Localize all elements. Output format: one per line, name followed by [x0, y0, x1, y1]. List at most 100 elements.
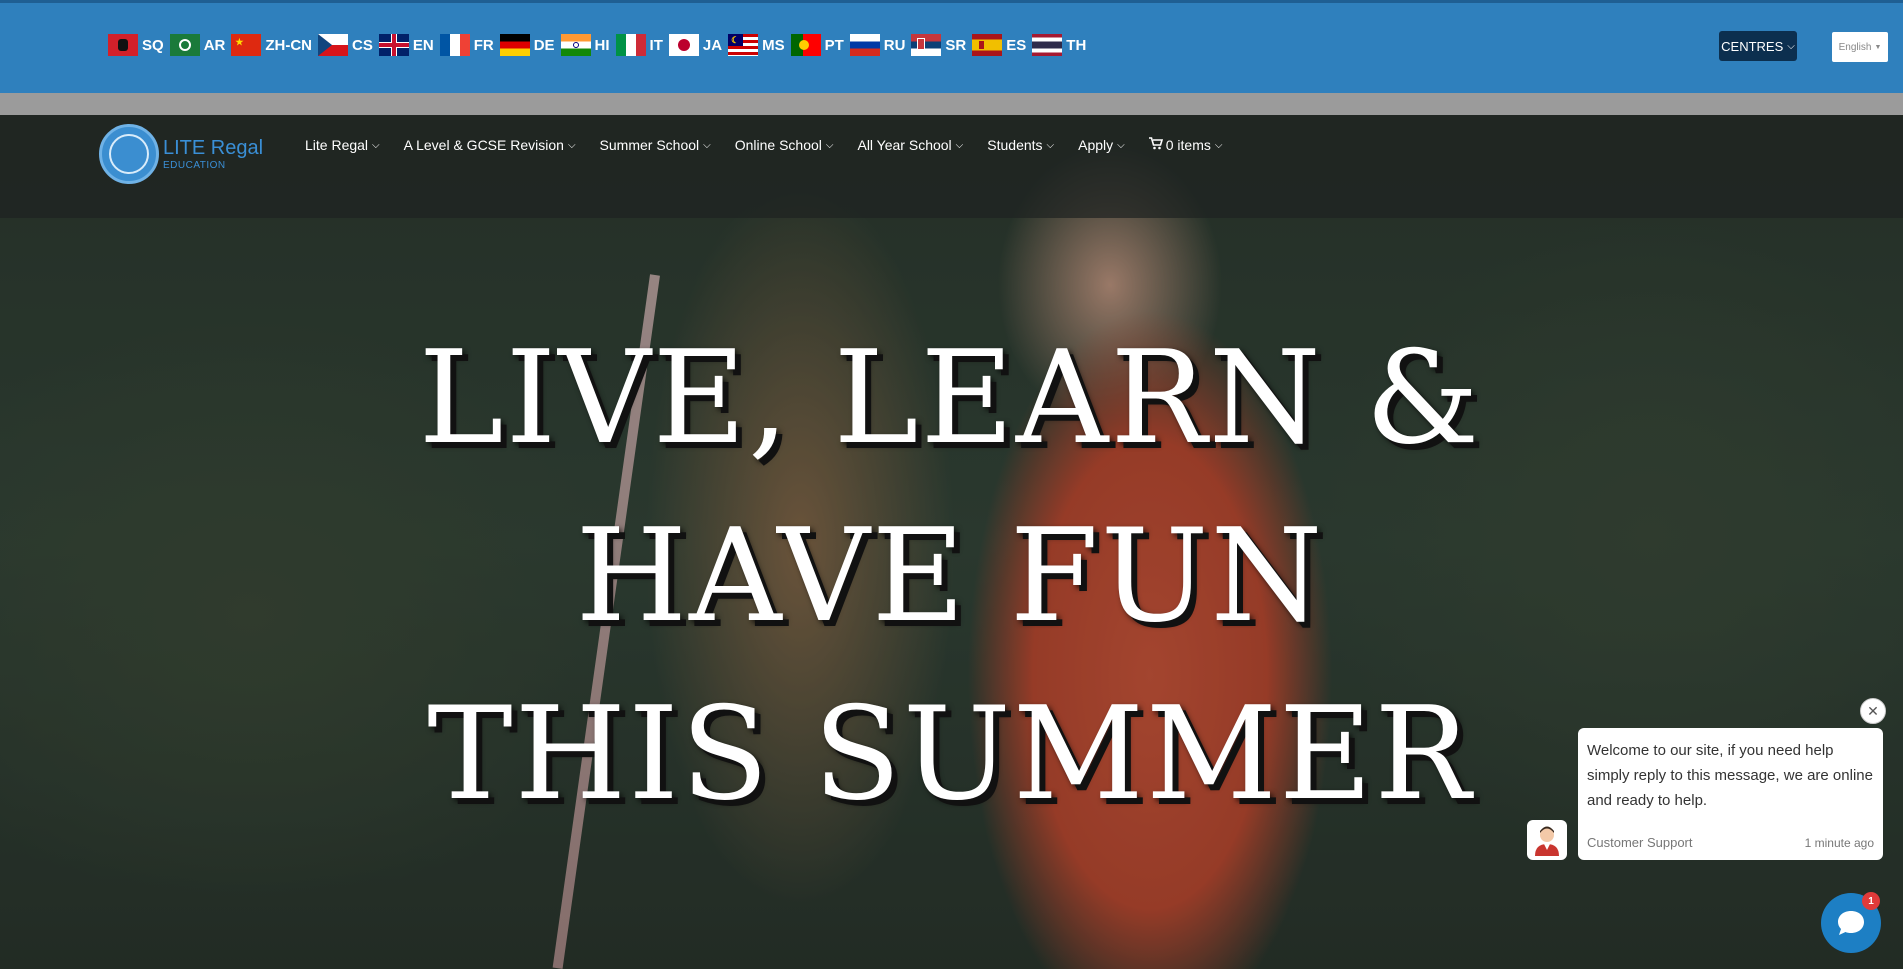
nav-item-label: Summer School: [599, 137, 700, 153]
language-select[interactable]: English ▼: [1832, 32, 1888, 62]
lang-zh-cn[interactable]: ★ ZH-CN: [231, 34, 312, 56]
chevron-down-icon: ⌵: [567, 139, 576, 151]
italy-flag-icon: [615, 34, 646, 56]
nav-item-all-year-school[interactable]: All Year School ⌵: [857, 137, 963, 153]
centres-label: CENTRES: [1721, 38, 1784, 54]
chat-agent-name: Customer Support: [1587, 835, 1693, 850]
france-flag-icon: [439, 34, 470, 56]
nav-item-apply[interactable]: Apply ⌵: [1078, 137, 1125, 153]
lang-label: HI: [594, 36, 610, 54]
nav-item-label: Lite Regal: [305, 137, 369, 153]
chevron-down-icon: ⌵: [1787, 40, 1795, 52]
nav-item-lite-regal[interactable]: Lite Regal ⌵: [305, 137, 380, 153]
language-list: SQ AR ★ ZH-CN CS EN FR DE HI IT JA ☾ MS …: [108, 34, 1092, 56]
uk-flag-icon: [378, 34, 409, 56]
hero-headline: LIVE, LEARN & HAVE FUN THIS SUMMER: [300, 310, 1600, 844]
lang-sr[interactable]: SR: [911, 34, 966, 56]
portugal-flag-icon: [790, 34, 821, 56]
lang-label: CS: [352, 36, 373, 54]
lang-th[interactable]: TH: [1032, 34, 1086, 56]
logo-crest-inner: [109, 134, 149, 174]
lang-label: FR: [473, 36, 494, 54]
lang-it[interactable]: IT: [615, 34, 663, 56]
logo-text: LITE Regal EDUCATION: [163, 137, 263, 171]
headline-line-1: LIVE, LEARN &: [418, 324, 1482, 473]
nav-item-cart[interactable]: 0 items ⌵: [1148, 137, 1223, 153]
russia-flag-icon: [849, 34, 880, 56]
support-avatar: [1527, 820, 1567, 860]
chat-message-bubble[interactable]: Welcome to our site, if you need help si…: [1578, 728, 1883, 860]
logo-subtitle: EDUCATION: [163, 160, 226, 171]
caret-down-icon: ▼: [1874, 43, 1882, 51]
lang-label: ES: [1006, 36, 1027, 54]
lang-label: DE: [533, 36, 555, 54]
person-avatar-icon: [1535, 826, 1559, 856]
cart-label: 0 items: [1165, 137, 1211, 153]
lang-ar[interactable]: AR: [169, 34, 226, 56]
nav-item-summer-school[interactable]: Summer School ⌵: [600, 137, 711, 153]
nav-item-label: Students: [987, 137, 1043, 153]
close-icon: ✕: [1867, 702, 1879, 719]
lang-label: JA: [702, 36, 723, 54]
chevron-down-icon: ⌵: [1117, 139, 1125, 151]
centres-dropdown-button[interactable]: CENTRES ⌵: [1719, 31, 1797, 61]
lang-sq[interactable]: SQ: [108, 34, 164, 56]
nav-item-label: Apply: [1078, 137, 1114, 153]
lang-label: SQ: [142, 36, 164, 54]
lang-en[interactable]: EN: [378, 34, 434, 56]
nav-item-label: All Year School: [857, 137, 952, 153]
chevron-down-icon: ⌵: [1214, 139, 1223, 151]
albania-flag-icon: [108, 34, 138, 56]
chevron-down-icon: ⌵: [955, 139, 964, 151]
serbia-flag-icon: [911, 34, 942, 56]
china-flag-icon: ★: [231, 34, 262, 56]
main-navbar: [0, 115, 1903, 218]
nav-item-label: Online School: [734, 137, 822, 153]
lang-es[interactable]: ES: [972, 34, 1026, 56]
lang-label: EN: [412, 36, 434, 54]
chevron-down-icon: ⌵: [703, 139, 711, 151]
thailand-flag-icon: [1032, 34, 1063, 56]
lang-cs[interactable]: CS: [318, 34, 373, 56]
logo-crest-icon: [99, 124, 159, 184]
lang-label: AR: [203, 36, 226, 54]
divider-strip: [0, 93, 1903, 115]
germany-flag-icon: [499, 34, 530, 56]
japan-flag-icon: [668, 34, 699, 56]
chat-bubble-icon: [1838, 911, 1864, 935]
chevron-down-icon: ⌵: [1046, 139, 1055, 151]
lang-label: PT: [824, 36, 844, 54]
language-bar: SQ AR ★ ZH-CN CS EN FR DE HI IT JA ☾ MS …: [0, 0, 1903, 93]
language-select-value: English: [1838, 41, 1872, 53]
chevron-down-icon: ⌵: [372, 139, 380, 151]
lang-label: SR: [945, 36, 967, 54]
nav-item-students[interactable]: Students ⌵: [987, 137, 1054, 153]
nav-item-online-school[interactable]: Online School ⌵: [735, 137, 834, 153]
nav-item-a-level-gcse[interactable]: A Level & GCSE Revision ⌵: [404, 137, 576, 153]
lang-ja[interactable]: JA: [668, 34, 723, 56]
chat-timestamp: 1 minute ago: [1804, 835, 1874, 850]
chat-message-text: Welcome to our site, if you need help si…: [1587, 742, 1873, 809]
lang-ru[interactable]: RU: [849, 34, 905, 56]
nav-item-label: A Level & GCSE Revision: [403, 137, 564, 153]
chat-close-button[interactable]: ✕: [1860, 698, 1886, 724]
lang-fr[interactable]: FR: [439, 34, 494, 56]
nav-menu: Lite Regal ⌵ A Level & GCSE Revision ⌵ S…: [305, 137, 1246, 153]
india-flag-icon: [560, 34, 591, 56]
lang-label: TH: [1066, 36, 1087, 54]
lang-hi[interactable]: HI: [560, 34, 610, 56]
lang-pt[interactable]: PT: [790, 34, 844, 56]
spain-flag-icon: [972, 34, 1003, 56]
saudi-flag-icon: [169, 34, 200, 56]
lang-label: IT: [649, 36, 663, 54]
site-logo[interactable]: LITE Regal EDUCATION: [99, 124, 263, 184]
cart-icon: [1148, 137, 1163, 153]
unread-badge: 1: [1862, 892, 1880, 910]
chevron-down-icon: ⌵: [825, 139, 834, 151]
lang-ms[interactable]: ☾ MS: [728, 34, 785, 56]
lang-label: ZH-CN: [265, 36, 313, 54]
malaysia-flag-icon: ☾: [728, 34, 759, 56]
lang-de[interactable]: DE: [499, 34, 555, 56]
logo-title: LITE Regal: [163, 137, 264, 159]
chat-meta: Customer Support 1 minute ago: [1587, 835, 1874, 850]
